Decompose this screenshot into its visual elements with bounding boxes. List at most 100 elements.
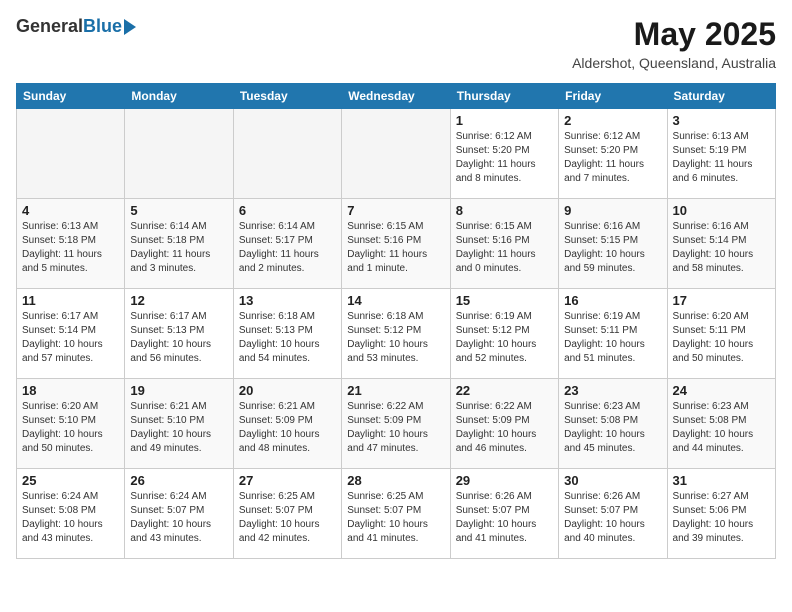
day-number: 28: [347, 473, 444, 488]
calendar-cell: 14Sunrise: 6:18 AM Sunset: 5:12 PM Dayli…: [342, 289, 450, 379]
calendar-cell: [233, 109, 341, 199]
day-number: 21: [347, 383, 444, 398]
day-number: 30: [564, 473, 661, 488]
calendar-table: SundayMondayTuesdayWednesdayThursdayFrid…: [16, 83, 776, 559]
day-number: 11: [22, 293, 119, 308]
day-info: Sunrise: 6:15 AM Sunset: 5:16 PM Dayligh…: [347, 220, 444, 276]
day-number: 3: [673, 113, 770, 128]
day-number: 6: [239, 203, 336, 218]
day-info: Sunrise: 6:13 AM Sunset: 5:19 PM Dayligh…: [673, 130, 770, 186]
day-info: Sunrise: 6:16 AM Sunset: 5:14 PM Dayligh…: [673, 220, 770, 276]
calendar-week-1: 1 Sunrise: 6:12 AM Sunset: 5:20 PM Daylig…: [17, 109, 776, 199]
weekday-header-thursday: Thursday: [450, 84, 558, 109]
logo-arrow-icon: [124, 19, 136, 35]
calendar-cell: [125, 109, 233, 199]
weekday-header-saturday: Saturday: [667, 84, 775, 109]
day-number: 13: [239, 293, 336, 308]
logo-general-text: General: [16, 16, 83, 37]
calendar-cell: 27 Sunrise: 6:25 AM Sunset: 5:07 PM Dayli…: [233, 469, 341, 559]
weekday-header-monday: Monday: [125, 84, 233, 109]
calendar-cell: 7 Sunrise: 6:15 AM Sunset: 5:16 PM Daylig…: [342, 199, 450, 289]
day-info: Sunrise: 6:25 AM Sunset: 5:07 PM Dayligh…: [239, 490, 336, 546]
day-info: Sunrise: 6:25 AM Sunset: 5:07 PM Dayligh…: [347, 490, 444, 546]
day-number: 18: [22, 383, 119, 398]
day-number: 17: [673, 293, 770, 308]
day-number: 15: [456, 293, 553, 308]
day-number: 5: [130, 203, 227, 218]
day-info: Sunrise: 6:17 AM Sunset: 5:13 PM Dayligh…: [130, 310, 227, 366]
calendar-cell: [342, 109, 450, 199]
weekday-header-sunday: Sunday: [17, 84, 125, 109]
day-info: Sunrise: 6:23 AM Sunset: 5:08 PM Dayligh…: [673, 400, 770, 456]
day-number: 22: [456, 383, 553, 398]
day-info: Sunrise: 6:14 AM Sunset: 5:18 PM Dayligh…: [130, 220, 227, 276]
day-info: Sunrise: 6:23 AM Sunset: 5:08 PM Dayligh…: [564, 400, 661, 456]
day-info: Sunrise: 6:19 AM Sunset: 5:12 PM Dayligh…: [456, 310, 553, 366]
calendar-cell: 6 Sunrise: 6:14 AM Sunset: 5:17 PM Daylig…: [233, 199, 341, 289]
calendar-cell: 22 Sunrise: 6:22 AM Sunset: 5:09 PM Dayli…: [450, 379, 558, 469]
day-number: 24: [673, 383, 770, 398]
title-block: May 2025 Aldershot, Queensland, Australi…: [572, 16, 776, 71]
day-info: Sunrise: 6:24 AM Sunset: 5:07 PM Dayligh…: [130, 490, 227, 546]
day-number: 25: [22, 473, 119, 488]
location-subtitle: Aldershot, Queensland, Australia: [572, 55, 776, 71]
day-info: Sunrise: 6:24 AM Sunset: 5:08 PM Dayligh…: [22, 490, 119, 546]
calendar-cell: 28 Sunrise: 6:25 AM Sunset: 5:07 PM Dayli…: [342, 469, 450, 559]
calendar-week-2: 4Sunrise: 6:13 AM Sunset: 5:18 PM Daylig…: [17, 199, 776, 289]
day-info: Sunrise: 6:20 AM Sunset: 5:11 PM Dayligh…: [673, 310, 770, 366]
calendar-cell: 26 Sunrise: 6:24 AM Sunset: 5:07 PM Dayli…: [125, 469, 233, 559]
day-info: Sunrise: 6:13 AM Sunset: 5:18 PM Dayligh…: [22, 220, 119, 276]
calendar-cell: 13Sunrise: 6:18 AM Sunset: 5:13 PM Dayli…: [233, 289, 341, 379]
day-number: 2: [564, 113, 661, 128]
day-info: Sunrise: 6:27 AM Sunset: 5:06 PM Dayligh…: [673, 490, 770, 546]
calendar-header-row: SundayMondayTuesdayWednesdayThursdayFrid…: [17, 84, 776, 109]
day-info: Sunrise: 6:16 AM Sunset: 5:15 PM Dayligh…: [564, 220, 661, 276]
day-number: 31: [673, 473, 770, 488]
day-info: Sunrise: 6:12 AM Sunset: 5:20 PM Dayligh…: [456, 130, 553, 186]
day-number: 27: [239, 473, 336, 488]
calendar-cell: 4Sunrise: 6:13 AM Sunset: 5:18 PM Daylig…: [17, 199, 125, 289]
calendar-cell: 15 Sunrise: 6:19 AM Sunset: 5:12 PM Dayli…: [450, 289, 558, 379]
calendar-cell: 2 Sunrise: 6:12 AM Sunset: 5:20 PM Daylig…: [559, 109, 667, 199]
calendar-week-5: 25 Sunrise: 6:24 AM Sunset: 5:08 PM Dayli…: [17, 469, 776, 559]
weekday-header-wednesday: Wednesday: [342, 84, 450, 109]
day-number: 1: [456, 113, 553, 128]
day-number: 14: [347, 293, 444, 308]
calendar-cell: 1 Sunrise: 6:12 AM Sunset: 5:20 PM Daylig…: [450, 109, 558, 199]
calendar-cell: 19Sunrise: 6:21 AM Sunset: 5:10 PM Dayli…: [125, 379, 233, 469]
day-info: Sunrise: 6:14 AM Sunset: 5:17 PM Dayligh…: [239, 220, 336, 276]
page-header: GeneralBlue May 2025 Aldershot, Queensla…: [16, 16, 776, 71]
day-info: Sunrise: 6:15 AM Sunset: 5:16 PM Dayligh…: [456, 220, 553, 276]
day-info: Sunrise: 6:26 AM Sunset: 5:07 PM Dayligh…: [564, 490, 661, 546]
day-number: 29: [456, 473, 553, 488]
day-info: Sunrise: 6:22 AM Sunset: 5:09 PM Dayligh…: [347, 400, 444, 456]
calendar-cell: 18Sunrise: 6:20 AM Sunset: 5:10 PM Dayli…: [17, 379, 125, 469]
day-number: 20: [239, 383, 336, 398]
day-number: 16: [564, 293, 661, 308]
day-number: 12: [130, 293, 227, 308]
calendar-cell: 29Sunrise: 6:26 AM Sunset: 5:07 PM Dayli…: [450, 469, 558, 559]
logo-blue-text: Blue: [83, 16, 122, 37]
calendar-cell: 24 Sunrise: 6:23 AM Sunset: 5:08 PM Dayli…: [667, 379, 775, 469]
calendar-cell: [17, 109, 125, 199]
day-info: Sunrise: 6:12 AM Sunset: 5:20 PM Dayligh…: [564, 130, 661, 186]
day-number: 23: [564, 383, 661, 398]
day-number: 26: [130, 473, 227, 488]
calendar-week-3: 11 Sunrise: 6:17 AM Sunset: 5:14 PM Dayli…: [17, 289, 776, 379]
calendar-week-4: 18Sunrise: 6:20 AM Sunset: 5:10 PM Dayli…: [17, 379, 776, 469]
day-info: Sunrise: 6:19 AM Sunset: 5:11 PM Dayligh…: [564, 310, 661, 366]
calendar-cell: 17 Sunrise: 6:20 AM Sunset: 5:11 PM Dayli…: [667, 289, 775, 379]
day-info: Sunrise: 6:17 AM Sunset: 5:14 PM Dayligh…: [22, 310, 119, 366]
day-info: Sunrise: 6:22 AM Sunset: 5:09 PM Dayligh…: [456, 400, 553, 456]
day-info: Sunrise: 6:21 AM Sunset: 5:10 PM Dayligh…: [130, 400, 227, 456]
month-title: May 2025: [572, 16, 776, 53]
day-number: 9: [564, 203, 661, 218]
calendar-cell: 21 Sunrise: 6:22 AM Sunset: 5:09 PM Dayli…: [342, 379, 450, 469]
calendar-cell: 9 Sunrise: 6:16 AM Sunset: 5:15 PM Daylig…: [559, 199, 667, 289]
day-info: Sunrise: 6:21 AM Sunset: 5:09 PM Dayligh…: [239, 400, 336, 456]
day-number: 7: [347, 203, 444, 218]
weekday-header-friday: Friday: [559, 84, 667, 109]
calendar-cell: 30 Sunrise: 6:26 AM Sunset: 5:07 PM Dayli…: [559, 469, 667, 559]
calendar-cell: 3 Sunrise: 6:13 AM Sunset: 5:19 PM Daylig…: [667, 109, 775, 199]
calendar-cell: 10Sunrise: 6:16 AM Sunset: 5:14 PM Dayli…: [667, 199, 775, 289]
